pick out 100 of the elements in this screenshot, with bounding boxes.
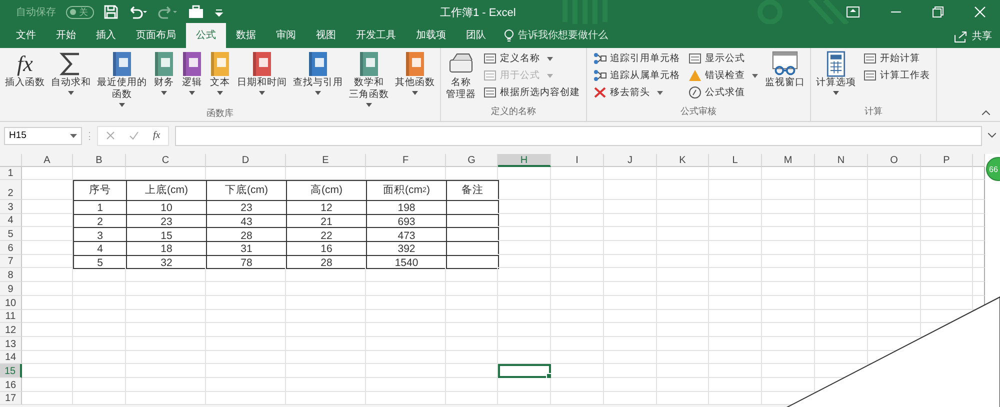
ribbon-button[interactable]: 最近使用的 函数 <box>95 51 149 107</box>
ribbon-tab[interactable]: 开发工具 <box>346 23 406 48</box>
ribbon-button[interactable]: 监视窗口 <box>763 51 807 105</box>
cancel-icon[interactable] <box>106 131 115 140</box>
expand-icon[interactable] <box>988 133 996 138</box>
grid-cell[interactable] <box>973 268 985 282</box>
row-header[interactable]: 11 <box>0 310 22 324</box>
ribbon-button[interactable]: 开始计算 <box>863 51 930 66</box>
ribbon-button[interactable]: 公式求值 <box>688 85 758 100</box>
active-cell[interactable] <box>498 364 551 378</box>
insert-function-button[interactable]: fx <box>153 130 160 141</box>
table-cell: 5 <box>73 254 127 270</box>
column-header[interactable]: C <box>126 154 206 167</box>
ribbon-tab[interactable]: 视图 <box>306 23 346 48</box>
ribbon-button[interactable]: 显示公式 <box>688 51 758 66</box>
ribbon-button[interactable]: 追踪从属单元格 <box>593 68 680 83</box>
column-header[interactable]: P <box>921 154 973 167</box>
column-header[interactable] <box>973 154 985 167</box>
redo-icon[interactable] <box>158 5 178 19</box>
ribbon-tab[interactable]: 加载项 <box>406 23 456 48</box>
row-header[interactable]: 2 <box>0 180 22 200</box>
ribbon-tab[interactable]: 审阅 <box>266 23 306 48</box>
column-header[interactable]: F <box>366 154 446 167</box>
ribbon-button[interactable]: 追踪引用单元格 <box>593 51 680 66</box>
ribbon-button[interactable]: 财务 <box>151 51 177 107</box>
row-header[interactable]: 10 <box>0 296 22 310</box>
function-circle-icon <box>688 86 702 99</box>
row-header[interactable]: 9 <box>0 282 22 296</box>
grid-cell[interactable] <box>973 241 985 255</box>
briefcase-icon[interactable] <box>188 5 204 19</box>
row-header[interactable]: 8 <box>0 268 22 282</box>
grid-cell[interactable] <box>973 214 985 228</box>
grid-cell[interactable] <box>973 254 985 268</box>
ribbon-button[interactable]: 根据所选内容创建 <box>483 85 580 100</box>
ribbon-button[interactable]: 定义名称 <box>483 51 580 66</box>
row-header[interactable]: 12 <box>0 323 22 337</box>
row-header[interactable]: 1 <box>0 167 22 180</box>
column-header[interactable]: G <box>446 154 498 167</box>
column-header[interactable]: B <box>73 154 126 167</box>
row-header[interactable]: 13 <box>0 336 22 351</box>
grid-cell[interactable] <box>973 167 985 180</box>
ribbon-button[interactable]: 数学和 三角函数 <box>347 51 391 107</box>
column-header[interactable]: D <box>206 154 286 167</box>
ribbon-button[interactable]: 文本 <box>207 51 233 107</box>
share-button[interactable]: 共享 <box>954 29 992 43</box>
column-header[interactable]: A <box>22 154 73 167</box>
group-label: 计算 <box>864 105 882 118</box>
ribbon-tab[interactable]: 插入 <box>86 23 126 48</box>
column-header[interactable]: E <box>286 154 366 167</box>
ribbon-tab[interactable]: 文件 <box>6 23 46 48</box>
row-header[interactable]: 5 <box>0 227 22 242</box>
ribbon-button[interactable]: 计算选项 <box>814 51 858 105</box>
undo-icon[interactable] <box>128 5 148 19</box>
column-header[interactable]: I <box>551 154 604 167</box>
collapse-ribbon-icon[interactable] <box>982 110 990 115</box>
name-box[interactable]: H15 <box>4 126 82 144</box>
ribbon-button[interactable]: 日期和时间 <box>235 51 289 107</box>
ribbon-button[interactable]: 名称 管理器 <box>444 51 478 105</box>
row-header[interactable]: 4 <box>0 214 22 228</box>
ribbon-tab[interactable]: 数据 <box>226 23 266 48</box>
close-icon[interactable] <box>974 6 986 18</box>
ribbon-button[interactable]: 错误检查 <box>688 68 758 83</box>
column-header[interactable]: J <box>604 154 657 167</box>
check-icon[interactable] <box>129 131 139 140</box>
tell-me-field[interactable]: 告诉我你想要做什么 <box>496 28 608 48</box>
restore-icon[interactable] <box>932 6 944 18</box>
formula-input[interactable] <box>175 126 982 146</box>
column-header[interactable]: M <box>762 154 815 167</box>
calculator-icon <box>826 51 846 77</box>
grid-cell[interactable] <box>973 282 985 296</box>
row-header[interactable]: 16 <box>0 378 22 392</box>
trace-arrows-icon <box>593 69 607 82</box>
grid-cell[interactable] <box>973 227 985 242</box>
ribbon-button[interactable]: 计算工作表 <box>863 68 930 83</box>
row-header[interactable]: 6 <box>0 241 22 255</box>
grid-cell[interactable] <box>973 180 985 200</box>
row-header[interactable]: 15 <box>0 364 22 378</box>
grid-cell[interactable] <box>973 200 985 214</box>
row-header[interactable]: 3 <box>0 200 22 214</box>
ribbon-tab[interactable]: 团队 <box>456 23 496 48</box>
column-header[interactable]: H <box>498 154 551 167</box>
ribbon-button[interactable]: 查找与引用 <box>291 51 345 107</box>
ribbon-display-icon[interactable] <box>846 6 860 18</box>
column-header[interactable]: K <box>657 154 709 167</box>
row-header[interactable]: 14 <box>0 350 22 364</box>
ribbon-button[interactable]: fx 插入函数 <box>3 51 47 107</box>
column-header[interactable]: O <box>868 154 921 167</box>
column-header[interactable]: L <box>709 154 762 167</box>
row-header[interactable]: 17 <box>0 392 22 406</box>
ribbon-button[interactable]: 逻辑 <box>179 51 205 107</box>
row-header[interactable]: 7 <box>0 254 22 268</box>
ribbon-button[interactable]: 自动求和 <box>49 51 93 107</box>
ribbon-tab[interactable]: 开始 <box>46 23 86 48</box>
select-all-corner[interactable] <box>0 154 22 167</box>
ribbon-tab[interactable]: 公式 <box>186 23 226 48</box>
column-header[interactable]: N <box>815 154 868 167</box>
ribbon-button[interactable]: 移去箭头 <box>593 85 680 100</box>
ribbon-tab[interactable]: 页面布局 <box>126 23 186 48</box>
ribbon-button[interactable]: 其他函数 <box>393 51 437 107</box>
save-icon[interactable] <box>104 5 118 19</box>
